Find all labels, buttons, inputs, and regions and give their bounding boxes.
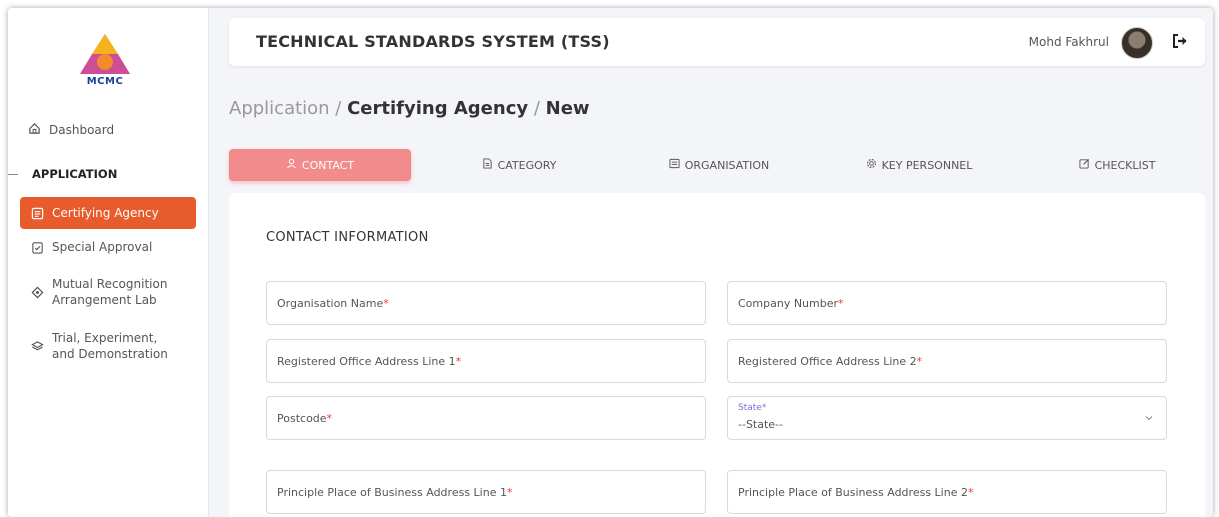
layers-icon	[30, 339, 44, 353]
section-divider	[8, 174, 18, 175]
postcode-field[interactable]: Postcode *	[266, 396, 706, 440]
business-address-line-2-field[interactable]: Principle Place of Business Address Line…	[727, 470, 1167, 514]
company-number-field[interactable]: Company Number *	[727, 281, 1167, 325]
address-line-2-field[interactable]: Registered Office Address Line 2 *	[727, 339, 1167, 383]
sidebar-item-label: Special Approval	[52, 240, 153, 254]
required-mark: *	[506, 485, 513, 499]
breadcrumb-new: New	[545, 98, 590, 119]
document-icon	[482, 158, 493, 172]
app-title: TECHNICAL STANDARDS SYSTEM (TSS)	[256, 32, 610, 51]
tab-label: ORGANISATION	[684, 158, 770, 172]
sidebar-item-special-approval[interactable]: Special Approval	[20, 238, 196, 256]
breadcrumb: Application / Certifying Agency / New	[229, 98, 590, 119]
required-mark: *	[455, 354, 462, 368]
sidebar-item-trial[interactable]: Trial, Experiment, and Demonstration	[20, 329, 196, 363]
sidebar-item-dashboard[interactable]: Dashboard	[28, 121, 114, 139]
section-title: CONTACT INFORMATION	[266, 230, 429, 245]
list-icon	[669, 158, 680, 172]
list-icon	[30, 206, 44, 220]
logo-triangle-icon	[80, 34, 130, 74]
sidebar-item-label: Mutual Recognition Arrangement Lab	[52, 277, 168, 307]
business-address-line-1-field[interactable]: Principle Place of Business Address Line…	[266, 470, 706, 514]
user-icon	[286, 158, 297, 172]
sidebar: MCMC Dashboard APPLICATION Certifying Ag…	[8, 8, 209, 517]
required-mark: *	[838, 296, 844, 310]
breadcrumb-application[interactable]: Application	[229, 98, 330, 119]
field-label: Company Number	[738, 296, 839, 310]
gear-icon	[866, 158, 877, 172]
breadcrumb-certifying-agency[interactable]: Certifying Agency	[347, 98, 528, 119]
logout-icon[interactable]	[1169, 30, 1191, 52]
sidebar-item-certifying-agency[interactable]: Certifying Agency	[20, 197, 196, 229]
sidebar-section-heading: APPLICATION	[32, 167, 118, 181]
field-label: Principle Place of Business Address Line…	[738, 485, 968, 499]
field-label: Organisation Name	[277, 296, 384, 310]
required-mark: *	[916, 354, 923, 368]
tab-label: KEY PERSONNEL	[881, 158, 973, 172]
form-tabs: CONTACT CATEGORY ORGANISATION KEY PERSON…	[229, 149, 1205, 181]
home-icon	[28, 122, 41, 138]
organisation-name-field[interactable]: Organisation Name *	[266, 281, 706, 325]
field-label: Postcode	[277, 411, 327, 425]
clipboard-icon	[30, 240, 44, 254]
tab-label: CONTACT	[301, 158, 355, 172]
top-header: TECHNICAL STANDARDS SYSTEM (TSS) Mohd Fa…	[229, 18, 1205, 66]
sidebar-item-label: Dashboard	[49, 123, 115, 137]
field-label: Registered Office Address Line 2	[738, 354, 917, 368]
required-mark: *	[383, 296, 389, 310]
breadcrumb-separator: /	[329, 98, 348, 119]
tab-key-personnel[interactable]: KEY PERSONNEL	[829, 149, 1009, 181]
address-line-1-field[interactable]: Registered Office Address Line 1 *	[266, 339, 706, 383]
logo-text: MCMC	[86, 76, 124, 87]
sidebar-item-label: Trial, Experiment, and Demonstration	[52, 331, 168, 361]
select-value: --State--	[738, 418, 783, 431]
user-name[interactable]: Mohd Fakhrul	[1029, 35, 1109, 49]
tab-label: CHECKLIST	[1094, 158, 1156, 172]
avatar[interactable]	[1121, 27, 1153, 59]
breadcrumb-separator: /	[528, 98, 546, 119]
field-label: Principle Place of Business Address Line…	[277, 485, 507, 499]
field-label: Registered Office Address Line 1	[277, 354, 456, 368]
select-label: State*	[738, 403, 767, 413]
sidebar-item-mra-lab[interactable]: Mutual Recognition Arrangement Lab	[20, 275, 196, 309]
tab-contact[interactable]: CONTACT	[229, 149, 411, 181]
tab-label: CATEGORY	[497, 158, 557, 172]
chevron-down-icon	[1144, 413, 1154, 423]
diamond-icon	[30, 285, 44, 299]
contact-form-card: CONTACT INFORMATION Organisation Name * C…	[229, 193, 1205, 517]
state-select[interactable]: State* --State--	[727, 396, 1167, 440]
tab-organisation[interactable]: ORGANISATION	[629, 149, 809, 181]
app-window: MCMC Dashboard APPLICATION Certifying Ag…	[8, 8, 1213, 517]
tab-checklist[interactable]: CHECKLIST	[1029, 149, 1205, 181]
mcmc-logo[interactable]: MCMC	[74, 32, 136, 94]
sidebar-item-label: Certifying Agency	[52, 206, 159, 220]
required-mark: *	[967, 485, 974, 499]
tab-category[interactable]: CATEGORY	[429, 149, 609, 181]
edit-icon	[1079, 158, 1090, 172]
required-mark: *	[326, 411, 333, 425]
